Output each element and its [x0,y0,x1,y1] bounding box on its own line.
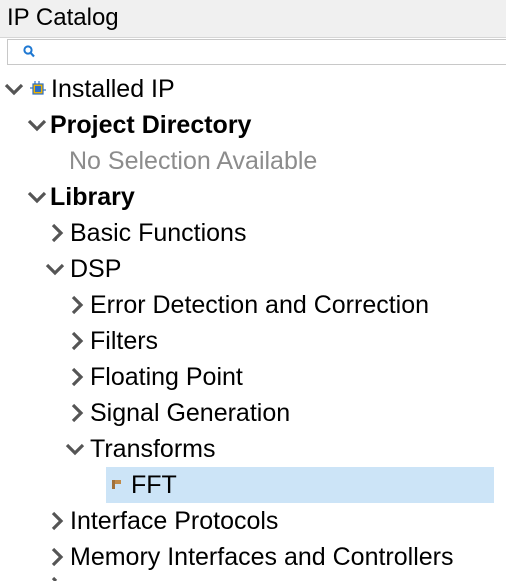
tree-item-filters[interactable]: Filters [0,323,506,359]
tree-item-project-directory[interactable]: Project Directory [0,107,506,143]
tree-item-memory-interfaces[interactable]: Memory Interfaces and Controllers [0,539,506,575]
ip-catalog-panel: IP Catalog Installed IP Project Director… [0,0,506,581]
search-input[interactable] [42,42,486,64]
chevron-down-icon[interactable] [27,186,47,208]
chevron-right-icon[interactable] [47,575,67,581]
chevron-right-icon[interactable] [47,222,67,244]
tree-item-no-selection: No Selection Available [0,143,506,179]
chevron-right-icon[interactable] [47,546,67,568]
tree-item-label: Floating Point [90,363,243,391]
tree-item-label: Library [50,183,135,211]
tree-item-label: Transforms [90,435,216,463]
tree-item-error-detection[interactable]: Error Detection and Correction [0,287,506,323]
tree-item-label: Project Directory [50,111,252,139]
tree-item-interface-protocols[interactable]: Interface Protocols [0,503,506,539]
tree-item-dsp[interactable]: DSP [0,251,506,287]
panel-header: IP Catalog [0,0,506,38]
tree-item-signal-generation[interactable]: Signal Generation [0,395,506,431]
chevron-down-icon[interactable] [4,78,24,100]
tree-item-label: FFT [131,471,177,499]
tree-item-label: Filters [90,327,159,355]
chevron-right-icon[interactable] [67,366,87,388]
tree-item-transforms[interactable]: Transforms [0,431,506,467]
installed-ip-icon [30,81,46,95]
tree-item-basic-functions[interactable]: Basic Functions [0,215,506,251]
tree-item-label: Error Detection and Correction [90,291,430,319]
chevron-right-icon[interactable] [47,510,67,532]
search-icon [23,45,35,58]
chevron-right-icon[interactable] [67,330,87,352]
tree-item-installed-ip[interactable]: Installed IP [0,71,506,107]
tree-item-label: Installed IP [51,75,175,103]
chevron-down-icon[interactable] [27,114,47,136]
ip-core-icon [112,480,121,489]
tree-item-label: No Selection Available [69,147,318,175]
tree-item-label: Signal Generation [90,399,291,427]
tree-item-library[interactable]: Library [0,179,506,215]
chevron-down-icon[interactable] [45,258,65,280]
tree-item-fft[interactable]: FFT [0,467,506,503]
chevron-right-icon[interactable] [67,402,87,424]
chevron-down-icon[interactable] [65,438,85,460]
tree-item-label: Memory Interfaces and Controllers [70,543,454,571]
panel-title: IP Catalog [7,4,119,31]
search-box[interactable] [7,39,506,65]
tree-item-label: Basic Functions [70,219,247,247]
tree-item-label: DSP [70,255,122,283]
chevron-right-icon[interactable] [67,294,87,316]
tree-item-label: Interface Protocols [70,507,279,535]
tree-item-floating-point[interactable]: Floating Point [0,359,506,395]
